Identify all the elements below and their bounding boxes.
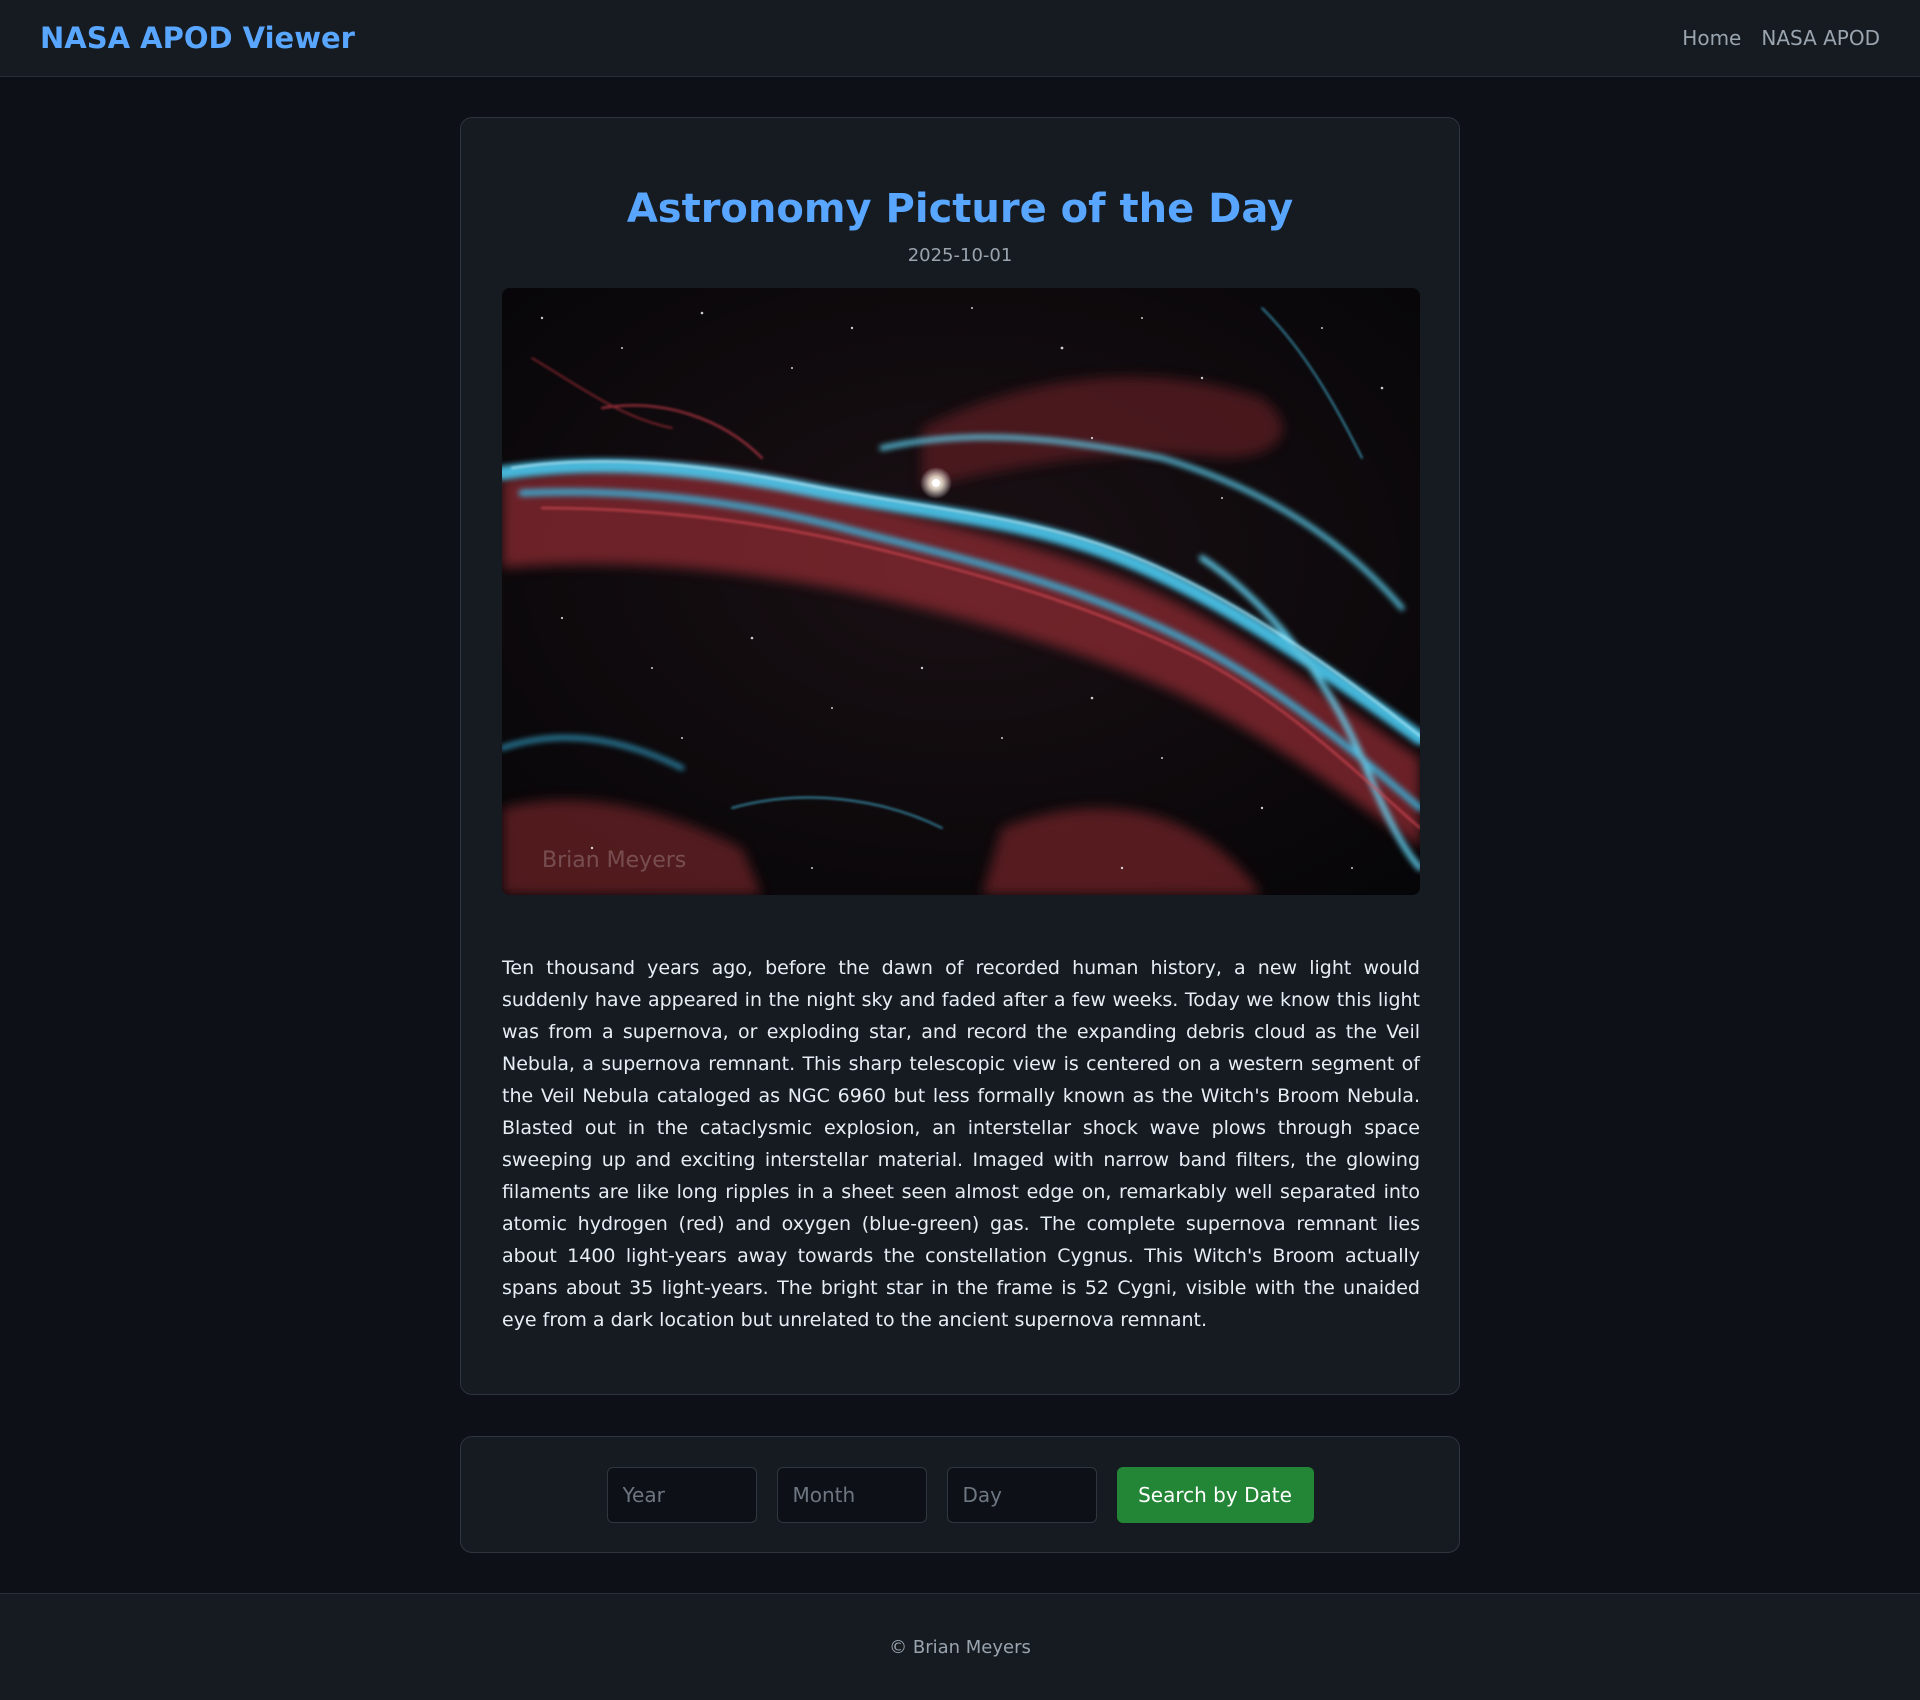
apod-explanation: Ten thousand years ago, before the dawn … [502, 957, 1420, 1331]
image-watermark: Brian Meyers [542, 848, 687, 873]
month-input[interactable] [776, 1466, 927, 1523]
nav-apod-link[interactable]: NASA APOD [1761, 26, 1880, 50]
footer: © Brian Meyers [0, 1593, 1920, 1700]
footer-copyright: © Brian Meyers [889, 1636, 1031, 1658]
apod-card: Astronomy Picture of the Day 2025-10-01 [460, 117, 1460, 1395]
brand-title[interactable]: NASA APOD Viewer [40, 21, 355, 55]
apod-date: 2025-10-01 [907, 245, 1013, 266]
page-title: Astronomy Picture of the Day [626, 186, 1294, 232]
date-search-form: Search by Date [460, 1436, 1460, 1553]
day-input[interactable] [946, 1466, 1097, 1523]
nebula-image [502, 288, 1420, 895]
top-navbar: NASA APOD Viewer Home NASA APOD [0, 0, 1920, 77]
search-by-date-button[interactable]: Search by Date [1116, 1466, 1314, 1523]
apod-image: Brian Meyers [502, 288, 1420, 895]
nav-links: Home NASA APOD [1682, 26, 1880, 50]
year-input[interactable] [606, 1466, 757, 1523]
nav-home-link[interactable]: Home [1682, 26, 1741, 50]
